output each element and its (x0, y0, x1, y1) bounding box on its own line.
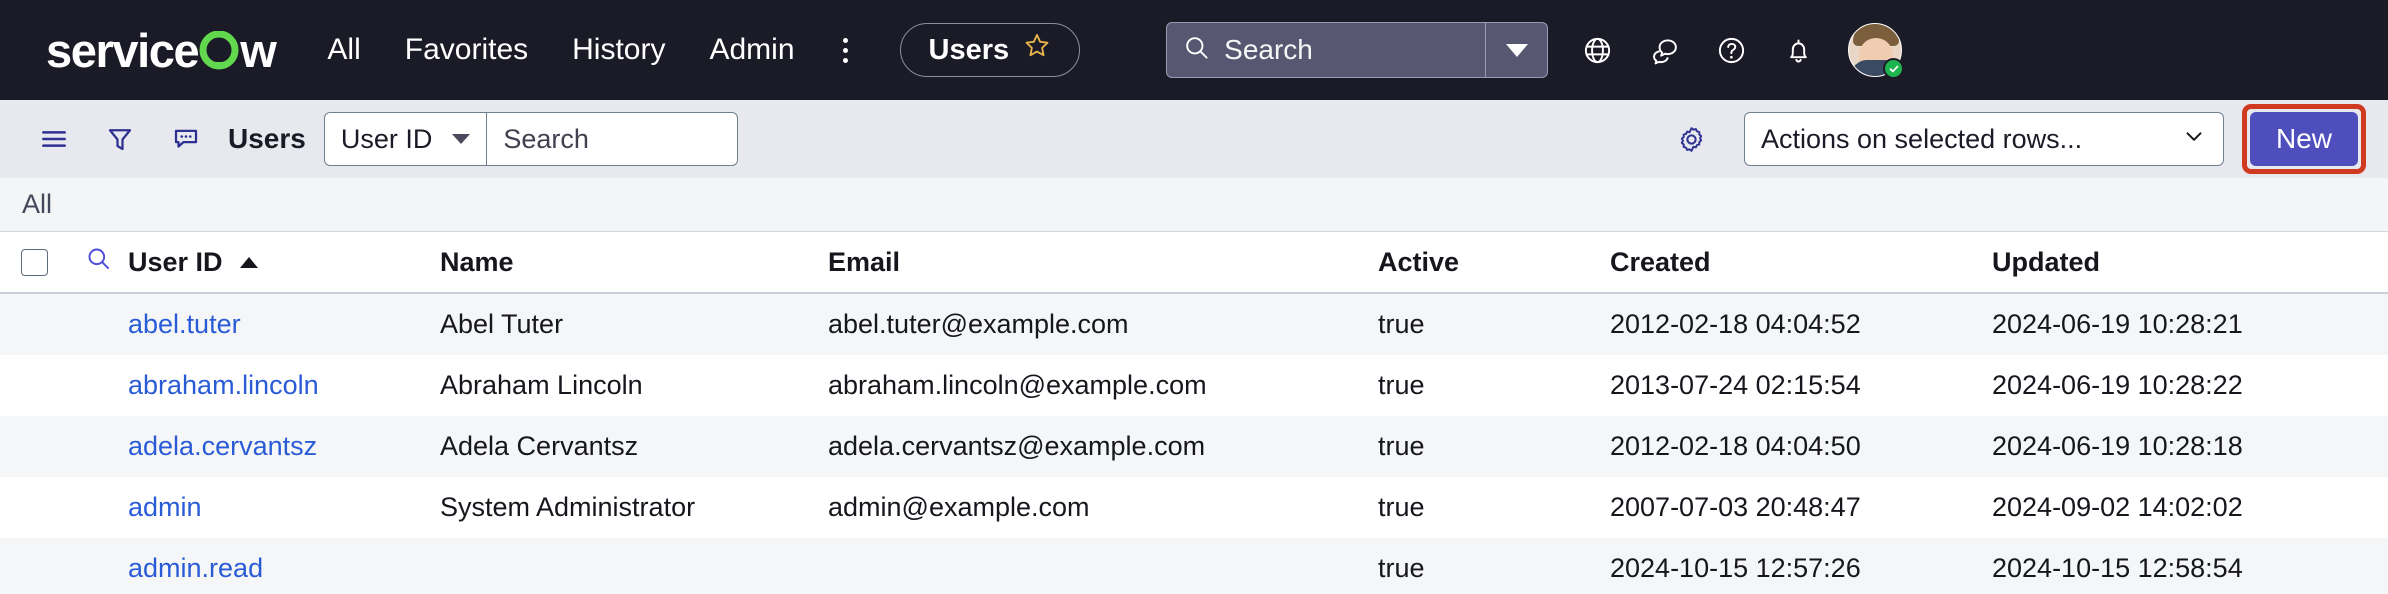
help-icon[interactable] (1716, 35, 1747, 66)
actions-on-selected-rows-select[interactable]: Actions on selected rows... (1743, 112, 2224, 166)
user-id-link[interactable]: admin.read (128, 553, 263, 583)
star-outline-icon[interactable] (1023, 32, 1051, 68)
cell-name: Abel Tuter (440, 309, 564, 339)
cell-updated: 2024-09-02 14:02:02 (1992, 492, 2243, 522)
cell-created: 2012-02-18 04:04:52 (1610, 309, 1861, 339)
search-rows-cell (68, 245, 128, 279)
cell-updated: 2024-10-15 12:58:54 (1992, 553, 2243, 583)
tab-users[interactable]: Users (899, 23, 1081, 77)
global-search-placeholder: Search (1224, 34, 1313, 65)
cell-created: 2007-07-03 20:48:47 (1610, 492, 1861, 522)
list-title: Users (228, 123, 306, 154)
search-icon (1183, 34, 1210, 66)
global-search-dropdown-button[interactable] (1485, 23, 1547, 77)
table-row[interactable]: abel.tuter Abel Tuter abel.tuter@example… (0, 294, 2388, 355)
cell-user-id: abel.tuter (128, 309, 440, 340)
chevron-down-icon (2181, 123, 2207, 156)
global-search[interactable]: Search (1166, 22, 1549, 78)
cell-user-id: admin (128, 492, 440, 523)
column-header-user-id[interactable]: User ID (128, 247, 440, 278)
tab-users-label: Users (928, 33, 1010, 66)
breadcrumb-item-all[interactable]: All (22, 189, 52, 220)
select-all-checkbox[interactable] (20, 248, 48, 276)
user-avatar[interactable] (1848, 23, 1905, 79)
new-button-highlight: New (2241, 104, 2366, 174)
column-header-user-id-label: User ID (128, 246, 223, 277)
cell-active: true (1378, 553, 1425, 583)
caret-down-icon (452, 134, 471, 144)
caret-down-icon (1505, 43, 1528, 57)
cell-email: admin@example.com (828, 492, 1090, 522)
cell-active: true (1378, 431, 1425, 461)
comment-bubble-icon[interactable] (160, 113, 212, 165)
list-toolbar: Users User ID Actions on selected rows..… (0, 100, 2388, 178)
primary-nav-links: All Favorites History Admin (327, 33, 794, 67)
global-search-field[interactable]: Search (1167, 23, 1485, 77)
brand-text-service: service (46, 23, 200, 77)
top-nav-icon-group (1582, 35, 1814, 66)
cell-created: 2024-10-15 12:57:26 (1610, 553, 1861, 583)
cell-active: true (1378, 492, 1425, 522)
new-button[interactable]: New (2249, 112, 2358, 166)
top-navigation-bar: service w All Favorites History Admin Us… (0, 0, 2388, 100)
search-rows-icon[interactable] (85, 245, 112, 279)
cell-email: abraham.lincoln@example.com (828, 370, 1207, 400)
filter-funnel-icon[interactable] (94, 113, 146, 165)
user-id-link[interactable]: adela.cervantsz (128, 431, 317, 461)
brand-now-o-icon (199, 30, 239, 71)
actions-select-value: Actions on selected rows... (1760, 123, 2083, 154)
column-header-active[interactable]: Active (1378, 247, 1610, 278)
cell-user-id: adela.cervantsz (128, 431, 440, 462)
search-field-value: User ID (340, 123, 433, 154)
user-id-link[interactable]: abraham.lincoln (128, 370, 319, 400)
cell-active: true (1378, 309, 1425, 339)
breadcrumb: All (0, 178, 2388, 232)
cell-email: adela.cervantsz@example.com (828, 431, 1206, 461)
gear-icon[interactable] (1666, 113, 1718, 165)
cell-created: 2013-07-24 02:15:54 (1610, 370, 1861, 400)
column-header-created[interactable]: Created (1610, 247, 1992, 278)
list-search-input[interactable] (487, 113, 738, 165)
table-header-row: User ID Name Email Active Created Update… (0, 232, 2388, 294)
nav-link-admin[interactable]: Admin (709, 33, 794, 67)
user-id-link[interactable]: admin (128, 492, 202, 522)
list-menu-icon[interactable] (28, 113, 80, 165)
nav-link-all[interactable]: All (327, 33, 360, 67)
nav-link-history[interactable]: History (572, 33, 665, 67)
cell-email: abel.tuter@example.com (828, 309, 1129, 339)
select-all-cell (0, 248, 68, 276)
cell-updated: 2024-06-19 10:28:22 (1992, 370, 2243, 400)
sort-ascending-icon (240, 256, 259, 268)
nav-link-favorites[interactable]: Favorites (405, 33, 528, 67)
cell-user-id: abraham.lincoln (128, 370, 440, 401)
column-header-name[interactable]: Name (440, 247, 828, 278)
presence-online-badge (1883, 58, 1905, 79)
column-header-email[interactable]: Email (828, 247, 1378, 278)
cell-created: 2012-02-18 04:04:50 (1610, 431, 1861, 461)
table-row[interactable]: admin.read true 2024-10-15 12:57:26 2024… (0, 538, 2388, 594)
users-table: User ID Name Email Active Created Update… (0, 232, 2388, 594)
cell-user-id: admin.read (128, 553, 440, 584)
user-id-link[interactable]: abel.tuter (128, 309, 241, 339)
cell-updated: 2024-06-19 10:28:21 (1992, 309, 2243, 339)
cell-name: System Administrator (440, 492, 696, 522)
cell-active: true (1378, 370, 1425, 400)
table-row[interactable]: adela.cervantsz Adela Cervantsz adela.ce… (0, 416, 2388, 477)
cell-name: Adela Cervantsz (440, 431, 639, 461)
table-row[interactable]: admin System Administrator admin@example… (0, 477, 2388, 538)
conversations-icon[interactable] (1649, 35, 1680, 66)
list-search-group: User ID (323, 112, 739, 166)
cell-updated: 2024-06-19 10:28:18 (1992, 431, 2243, 461)
globe-icon[interactable] (1582, 35, 1613, 66)
table-row[interactable]: abraham.lincoln Abraham Lincoln abraham.… (0, 355, 2388, 416)
kebab-menu-icon[interactable] (833, 32, 858, 69)
column-header-updated[interactable]: Updated (1992, 247, 2388, 278)
cell-name: Abraham Lincoln (440, 370, 643, 400)
search-field-select[interactable]: User ID (325, 113, 488, 165)
servicenow-logo[interactable]: service w (46, 23, 277, 78)
notifications-bell-icon[interactable] (1783, 35, 1814, 66)
brand-text-w: w (240, 23, 277, 77)
